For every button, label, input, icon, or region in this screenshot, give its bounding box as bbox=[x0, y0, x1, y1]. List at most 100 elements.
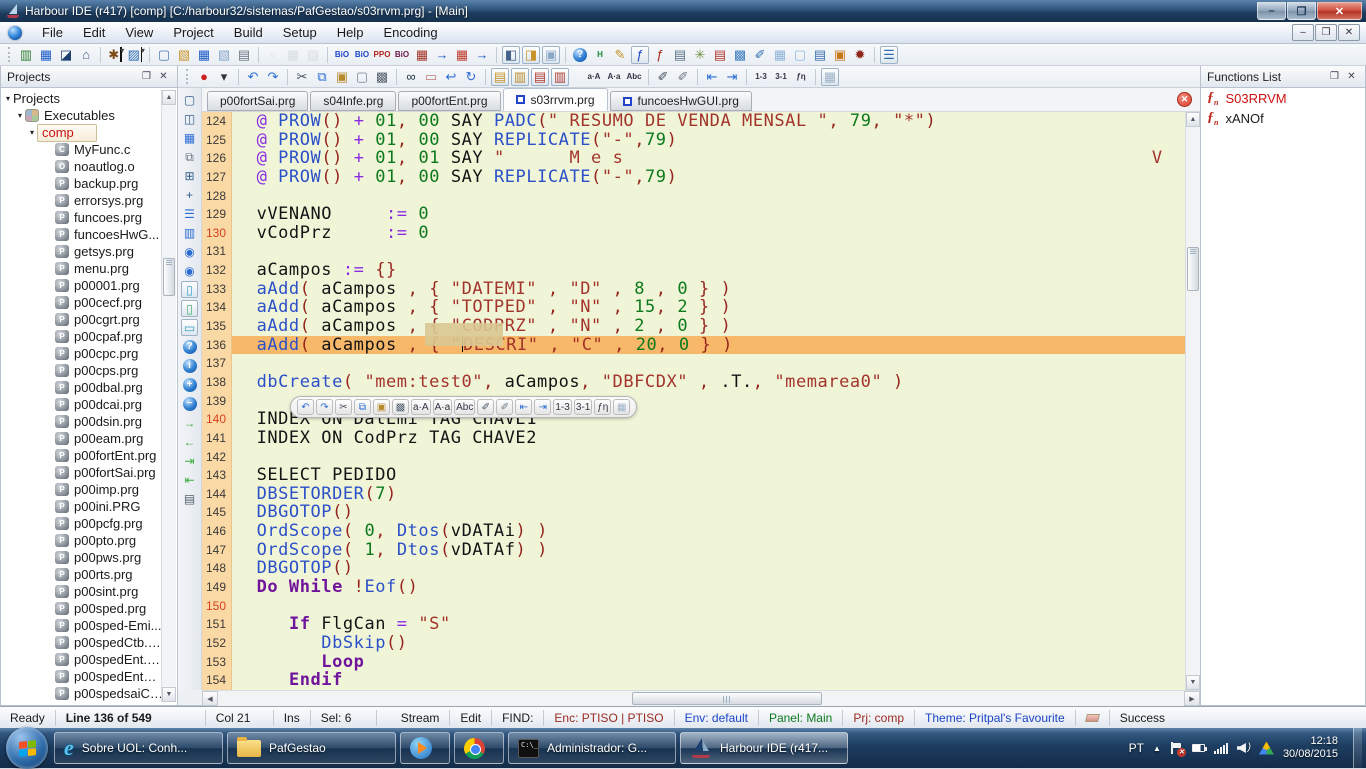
taskbar-internet-explorer[interactable]: eSobre UOL: Conh... bbox=[54, 732, 223, 764]
goto-previous-icon[interactable]: ← bbox=[181, 433, 198, 450]
code-line-136[interactable]: 136 aAdd( aCampos , { "DESCRI" , "C" , 2… bbox=[202, 336, 1185, 355]
uncomment-block-icon[interactable]: ✐ bbox=[674, 68, 692, 86]
action-center-icon[interactable]: ✕ bbox=[1170, 742, 1183, 755]
expander-icon[interactable]: ▾ bbox=[15, 111, 25, 120]
harbour-orb-icon[interactable] bbox=[8, 26, 22, 40]
reload-source-icon[interactable]: ↻ bbox=[462, 68, 480, 86]
code-line-124[interactable]: 124 @ PROW() + 01, 00 SAY PADC(" RESUMO … bbox=[202, 112, 1185, 131]
to-upper-icon[interactable]: a·A bbox=[585, 68, 603, 86]
close-tab-button[interactable]: ✕ bbox=[1177, 92, 1192, 107]
code-line-138[interactable]: 138 dbCreate( "mem:test0", aCampos, "DBF… bbox=[202, 373, 1185, 392]
tree-item-p00ini-prg[interactable]: Pp00ini.PRG bbox=[1, 498, 163, 515]
code-line-141[interactable]: 141 INDEX ON CodPrz TAG CHAVE2 bbox=[202, 429, 1185, 448]
toggle-case-icon[interactable]: Abc bbox=[454, 399, 475, 415]
scrollbar-thumb[interactable] bbox=[163, 258, 175, 296]
find-in-files-icon[interactable]: ✐ bbox=[751, 46, 769, 64]
print-icon[interactable]: ▤ bbox=[235, 46, 253, 64]
code-line-145[interactable]: 145 DBGOTOP() bbox=[202, 503, 1185, 522]
move-line-down-icon[interactable]: 3-1 bbox=[772, 68, 790, 86]
code-line-127[interactable]: 127 @ PROW() + 01, 00 SAY REPLICATE("-",… bbox=[202, 168, 1185, 187]
tree-item-p00sped-emi-[interactable]: Pp00sped-Emi... bbox=[1, 617, 163, 634]
function-item-s03rrvm[interactable]: ƒnS03RRVM bbox=[1201, 88, 1365, 108]
code-line-153[interactable]: 153 Loop bbox=[202, 653, 1185, 672]
rows-view-icon[interactable]: ☰ bbox=[181, 205, 198, 222]
taskbar-media-player[interactable] bbox=[400, 732, 450, 764]
tab-p00fortsai-prg[interactable]: p00fortSai.prg bbox=[207, 91, 308, 111]
tab-s03rrvm-prg[interactable]: s03rrvm.prg bbox=[503, 88, 608, 111]
scroll-down-icon[interactable]: ▼ bbox=[162, 687, 176, 702]
compile-bio-2-icon[interactable]: BiO bbox=[353, 46, 371, 64]
taskbar-chrome[interactable] bbox=[454, 732, 504, 764]
mark-red-2-icon[interactable]: ▥ bbox=[551, 68, 569, 86]
tab-s04infe-prg[interactable]: s04Infe.prg bbox=[310, 91, 396, 111]
tree-item-p00spedentct-[interactable]: Pp00spedEntCt... bbox=[1, 668, 163, 685]
projects-scrollbar[interactable]: ▲ ▼ bbox=[161, 90, 176, 702]
scroll-up-icon[interactable]: ▲ bbox=[1186, 112, 1200, 127]
move-line-down-icon[interactable]: 3-1 bbox=[574, 399, 592, 415]
save-project-icon[interactable]: ▦ bbox=[37, 46, 55, 64]
harbour-help-icon[interactable]: H bbox=[591, 46, 609, 64]
project-properties-icon[interactable]: ▤ bbox=[671, 46, 689, 64]
undo-icon[interactable]: ↶ bbox=[297, 399, 314, 415]
code-editor[interactable]: 124 @ PROW() + 01, 00 SAY PADC(" RESUMO … bbox=[202, 112, 1185, 690]
tree-item-p00dsin-prg[interactable]: Pp00dsin.prg bbox=[1, 413, 163, 430]
gallery-icon[interactable]: ▨▾ bbox=[126, 46, 144, 64]
code-line-131[interactable]: 131 bbox=[202, 242, 1185, 261]
panel-bottom-view-icon[interactable]: ▭ bbox=[181, 319, 198, 336]
mdi-minimize-button[interactable]: – bbox=[1292, 24, 1314, 41]
code-line-137[interactable]: 137 bbox=[202, 354, 1185, 373]
view-pane-left-icon[interactable]: ◧ bbox=[502, 46, 520, 64]
indent-left-icon[interactable]: ⇤ bbox=[515, 399, 532, 415]
tree-item-projects[interactable]: ▾Projects bbox=[1, 90, 163, 107]
language-indicator[interactable]: PT bbox=[1129, 741, 1144, 755]
snippets-icon[interactable]: ▩ bbox=[731, 46, 749, 64]
code-line-130[interactable]: 130 vCodPrz := 0 bbox=[202, 224, 1185, 243]
show-hidden-icons[interactable]: ▲ bbox=[1153, 744, 1161, 753]
taskbar-command-prompt[interactable]: C:\_Administrador: G... bbox=[508, 732, 676, 764]
goto-next-icon[interactable]: → bbox=[181, 414, 198, 431]
function-item-xanof[interactable]: ƒnxANOf bbox=[1201, 108, 1365, 128]
network-signal-icon[interactable] bbox=[1214, 742, 1228, 754]
close-button[interactable]: ✕ bbox=[1317, 2, 1362, 20]
expander-icon[interactable]: ▾ bbox=[3, 94, 13, 103]
tree-item-p00rts-prg[interactable]: Pp00rts.prg bbox=[1, 566, 163, 583]
tree-item-p00dcai-prg[interactable]: Pp00dcai.prg bbox=[1, 396, 163, 413]
find-icon[interactable]: ∞ bbox=[402, 68, 420, 86]
build-run-icon[interactable]: → bbox=[473, 46, 491, 64]
tree-item-p00pcfg-prg[interactable]: Pp00pcfg.prg bbox=[1, 515, 163, 532]
redo-icon[interactable]: ↷ bbox=[264, 68, 282, 86]
tree-item-executables[interactable]: ▾Executables bbox=[1, 107, 163, 124]
menu-item-help[interactable]: Help bbox=[327, 23, 374, 42]
scroll-down-icon[interactable]: ▼ bbox=[1186, 675, 1200, 690]
tree-item-backup-prg[interactable]: Pbackup.prg bbox=[1, 175, 163, 192]
comment-icon[interactable]: ✐ bbox=[477, 399, 494, 415]
tab-p00fortent-prg[interactable]: p00fortEnt.prg bbox=[398, 91, 500, 111]
open-project-icon[interactable]: ▥ bbox=[17, 46, 35, 64]
cut-icon[interactable]: ✂ bbox=[335, 399, 352, 415]
browse-online-2-icon[interactable]: ◉ bbox=[181, 262, 198, 279]
start-button[interactable] bbox=[6, 727, 48, 769]
to-upper-icon[interactable]: a·A bbox=[411, 399, 431, 415]
replace-icon[interactable]: ▭ bbox=[422, 68, 440, 86]
move-line-up-icon[interactable]: 1-3 bbox=[752, 68, 770, 86]
close-panel-icon[interactable]: ✕ bbox=[156, 70, 171, 84]
code-line-143[interactable]: 143 SELECT PEDIDO bbox=[202, 466, 1185, 485]
zoom-out-icon[interactable]: − bbox=[181, 395, 198, 412]
tree-item-noautlog-o[interactable]: Onoautlog.o bbox=[1, 158, 163, 175]
google-drive-icon[interactable] bbox=[1259, 742, 1274, 755]
maximize-editor-icon[interactable]: ▢ bbox=[181, 91, 198, 108]
grid-four-icon[interactable]: ⊞ bbox=[181, 167, 198, 184]
debug-icon[interactable]: ✹ bbox=[851, 46, 869, 64]
tree-item-menu-prg[interactable]: Pmenu.prg bbox=[1, 260, 163, 277]
tree-item-p00dbal-prg[interactable]: Pp00dbal.prg bbox=[1, 379, 163, 396]
code-line-125[interactable]: 125 @ PROW() + 01, 00 SAY REPLICATE("-",… bbox=[202, 131, 1185, 150]
code-line-147[interactable]: 147 OrdScope( 1, Dtos(vDATAf) ) bbox=[202, 541, 1185, 560]
tile-horizontal-icon[interactable]: ▫ bbox=[264, 46, 282, 64]
select-stream-icon[interactable]: ▩ bbox=[392, 399, 409, 415]
mdi-close-button[interactable]: ✕ bbox=[1338, 24, 1360, 41]
code-line-128[interactable]: 128 bbox=[202, 187, 1185, 206]
build-log-icon[interactable]: ▤ bbox=[711, 46, 729, 64]
scroll-up-icon[interactable]: ▲ bbox=[162, 90, 176, 105]
code-line-150[interactable]: 150 bbox=[202, 597, 1185, 616]
tree-item-p00fortsai-prg[interactable]: Pp00fortSai.prg bbox=[1, 464, 163, 481]
